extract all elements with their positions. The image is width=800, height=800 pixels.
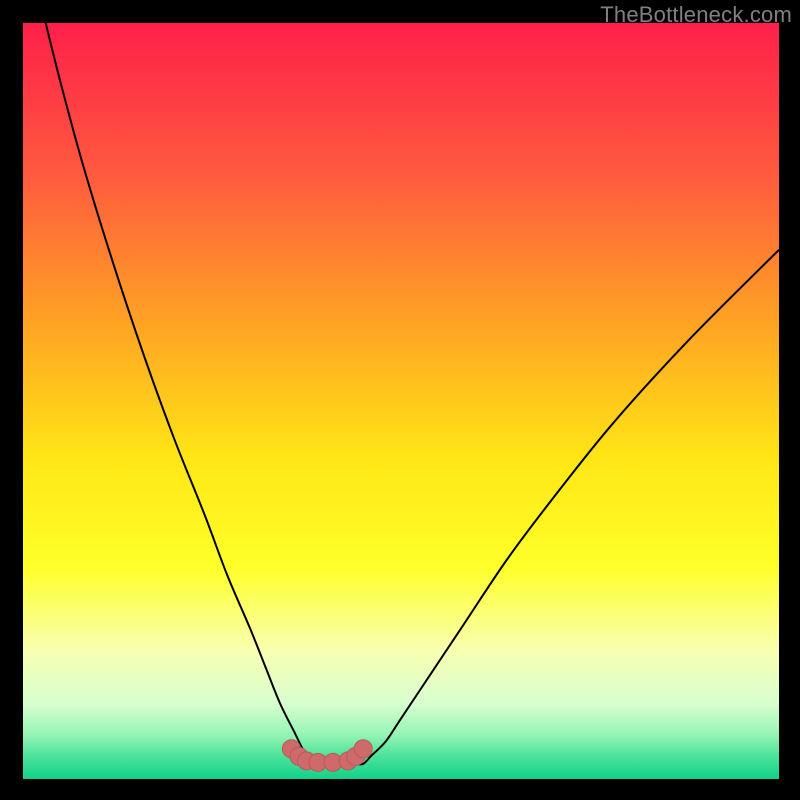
chart-stage: TheBottleneck.com — [0, 0, 800, 800]
gradient-background — [23, 23, 779, 779]
plot-area — [23, 23, 779, 779]
attribution-text: TheBottleneck.com — [600, 2, 792, 28]
